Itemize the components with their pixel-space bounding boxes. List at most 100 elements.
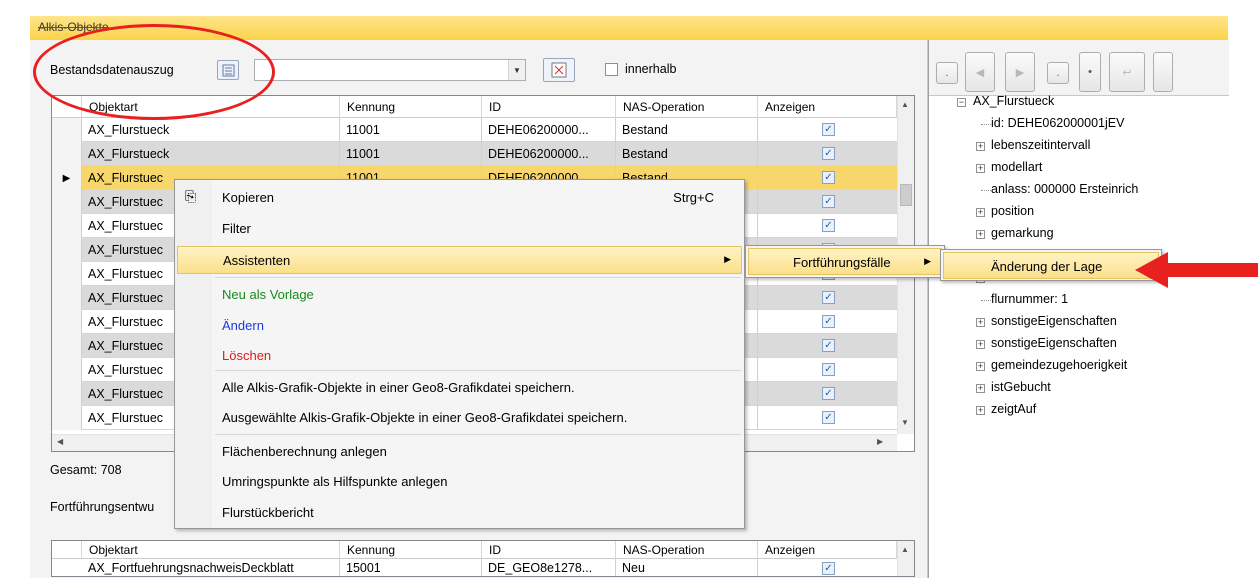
row-header[interactable] bbox=[52, 358, 82, 382]
row-header[interactable] bbox=[52, 190, 82, 214]
expand-icon[interactable]: + bbox=[976, 230, 985, 239]
vertical-scrollbar[interactable]: ▲ bbox=[897, 541, 914, 576]
nav-expand-button[interactable]: • bbox=[1079, 52, 1101, 92]
anzeigen-checkbox[interactable]: ✓ bbox=[822, 411, 835, 424]
col-kennung[interactable]: Kennung bbox=[340, 96, 482, 118]
anzeigen-checkbox[interactable]: ✓ bbox=[822, 562, 835, 575]
row-header[interactable] bbox=[52, 142, 82, 166]
tree-node[interactable]: gemarkung bbox=[991, 226, 1054, 240]
anzeigen-checkbox[interactable]: ✓ bbox=[822, 315, 835, 328]
row-header[interactable] bbox=[52, 286, 82, 310]
expand-icon[interactable]: + bbox=[976, 406, 985, 415]
menu-item-label: Flächenberechnung anlegen bbox=[222, 444, 387, 459]
menu-item-1[interactable]: Filter bbox=[177, 215, 742, 243]
menu-item-4[interactable]: Ändern bbox=[177, 312, 742, 340]
row-header[interactable] bbox=[52, 334, 82, 358]
scroll-thumb[interactable] bbox=[900, 184, 912, 206]
scroll-left-icon[interactable]: ◀ bbox=[57, 437, 63, 446]
expand-icon[interactable]: + bbox=[976, 164, 985, 173]
innerhalb-checkbox[interactable] bbox=[605, 63, 618, 76]
col-nas-operation[interactable]: NAS-Operation bbox=[616, 96, 758, 118]
scroll-right-icon[interactable]: ▶ bbox=[877, 437, 883, 446]
col-anzeigen[interactable]: Anzeigen bbox=[758, 96, 897, 118]
col-kennung[interactable]: Kennung bbox=[340, 541, 482, 559]
row-header[interactable] bbox=[52, 406, 82, 430]
row-header[interactable] bbox=[52, 214, 82, 238]
menu-item-10[interactable]: Flurstückbericht bbox=[177, 499, 742, 527]
menu-item-label: Ausgewählte Alkis-Grafik-Objekte in eine… bbox=[222, 410, 628, 425]
cell-objektart: AX_FortfuehrungsnachweisDeckblatt bbox=[82, 559, 340, 576]
tree-node[interactable]: istGebucht bbox=[991, 380, 1051, 394]
table-row[interactable]: AX_Flurstueck 11001 DEHE06200000... Bestand… bbox=[52, 118, 897, 142]
col-objektart[interactable]: Objektart bbox=[82, 541, 340, 559]
collapse-icon[interactable]: − bbox=[957, 98, 966, 107]
nav-first-button[interactable]: . bbox=[936, 62, 958, 84]
nav-last-button[interactable]: . bbox=[1047, 62, 1069, 84]
col-id[interactable]: ID bbox=[482, 96, 616, 118]
map-grid-button[interactable] bbox=[543, 58, 575, 82]
anzeigen-checkbox[interactable]: ✓ bbox=[822, 219, 835, 232]
table-row[interactable]: AX_FortfuehrungsnachweisDeckblatt 15001 … bbox=[52, 559, 897, 576]
nav-prev-button[interactable]: ◀ bbox=[965, 52, 995, 92]
submenu-arrow-icon: ▶ bbox=[924, 256, 931, 266]
col-anzeigen[interactable]: Anzeigen bbox=[758, 541, 897, 559]
tree-node[interactable]: sonstigeEigenschaften bbox=[991, 314, 1117, 328]
anzeigen-checkbox[interactable]: ✓ bbox=[822, 147, 835, 160]
chevron-down-icon[interactable]: ▼ bbox=[508, 60, 525, 80]
menu-item-9[interactable]: Umringspunkte als Hilfspunkte anlegen bbox=[177, 468, 742, 496]
row-header[interactable] bbox=[52, 310, 82, 334]
tree-node[interactable]: modellart bbox=[991, 160, 1042, 174]
scroll-up-icon[interactable]: ▲ bbox=[901, 100, 909, 109]
expand-icon[interactable]: + bbox=[976, 208, 985, 217]
row-header[interactable] bbox=[52, 238, 82, 262]
expand-icon[interactable]: + bbox=[976, 142, 985, 151]
menu-item-6[interactable]: Alle Alkis-Grafik-Objekte in einer Geo8-… bbox=[177, 374, 742, 402]
scroll-up-icon[interactable]: ▲ bbox=[901, 545, 909, 554]
expand-icon[interactable]: + bbox=[976, 384, 985, 393]
menu-item-5[interactable]: Löschen bbox=[177, 342, 742, 370]
menu-item-3[interactable]: Neu als Vorlage bbox=[177, 281, 742, 309]
anzeigen-checkbox[interactable]: ✓ bbox=[822, 171, 835, 184]
row-header[interactable] bbox=[52, 262, 82, 286]
tree-node[interactable]: sonstigeEigenschaften bbox=[991, 336, 1117, 350]
scroll-down-icon[interactable]: ▼ bbox=[901, 418, 909, 427]
bestand-combo[interactable]: ▼ bbox=[254, 59, 526, 81]
anzeigen-checkbox[interactable]: ✓ bbox=[822, 339, 835, 352]
expand-icon[interactable]: + bbox=[976, 318, 985, 327]
menu-item-8[interactable]: Flächenberechnung anlegen bbox=[177, 438, 742, 466]
tree-root[interactable]: AX_Flurstueck bbox=[973, 94, 1054, 108]
nav-next-button[interactable]: ▶ bbox=[1005, 52, 1035, 92]
row-header[interactable] bbox=[52, 118, 82, 142]
menu-item-7[interactable]: Ausgewählte Alkis-Grafik-Objekte in eine… bbox=[177, 404, 742, 432]
anzeigen-checkbox[interactable]: ✓ bbox=[822, 123, 835, 136]
menu-item-0[interactable]: ⎘ Kopieren Strg+C bbox=[177, 184, 742, 212]
tree-node[interactable]: lebenszeitintervall bbox=[991, 138, 1090, 152]
anzeigen-checkbox[interactable]: ✓ bbox=[822, 195, 835, 208]
anzeigen-checkbox[interactable]: ✓ bbox=[822, 291, 835, 304]
menu-item-fortfuehrungsfaelle[interactable]: Fortführungsfälle ▶ bbox=[748, 248, 942, 275]
expand-icon[interactable]: + bbox=[976, 362, 985, 371]
menu-item-2[interactable]: Assistenten ▶ bbox=[177, 246, 742, 274]
menu-item-aenderung-der-lage[interactable]: Änderung der Lage bbox=[943, 252, 1159, 279]
menu-item-label: Änderung der Lage bbox=[991, 259, 1103, 274]
anzeigen-checkbox[interactable]: ✓ bbox=[822, 387, 835, 400]
cell-kennung: 15001 bbox=[340, 559, 482, 576]
tree-node[interactable]: zeigtAuf bbox=[991, 402, 1036, 416]
tree-node[interactable]: flurnummer: 1 bbox=[991, 292, 1068, 306]
undo-icon: ↩ bbox=[1122, 66, 1132, 79]
row-pointer-icon[interactable]: ▶ bbox=[52, 166, 82, 190]
tree-node[interactable]: position bbox=[991, 204, 1034, 218]
tree-node[interactable]: id: DEHE062000001jEV bbox=[991, 116, 1124, 130]
col-id[interactable]: ID bbox=[482, 541, 616, 559]
copy-icon: ⎘ bbox=[185, 188, 197, 204]
anzeigen-checkbox[interactable]: ✓ bbox=[822, 363, 835, 376]
undo-button[interactable]: ↩ bbox=[1109, 52, 1145, 92]
expand-icon[interactable]: + bbox=[976, 340, 985, 349]
col-nas-operation[interactable]: NAS-Operation bbox=[616, 541, 758, 559]
tree-node[interactable]: anlass: 000000 Ersteinrich bbox=[991, 182, 1138, 196]
toolbar-overflow-button[interactable] bbox=[1153, 52, 1173, 92]
gesamt-count: Gesamt: 708 bbox=[50, 463, 122, 477]
row-header[interactable] bbox=[52, 382, 82, 406]
table-row[interactable]: AX_Flurstueck 11001 DEHE06200000... Bestand… bbox=[52, 142, 897, 166]
tree-node[interactable]: gemeindezugehoerigkeit bbox=[991, 358, 1127, 372]
